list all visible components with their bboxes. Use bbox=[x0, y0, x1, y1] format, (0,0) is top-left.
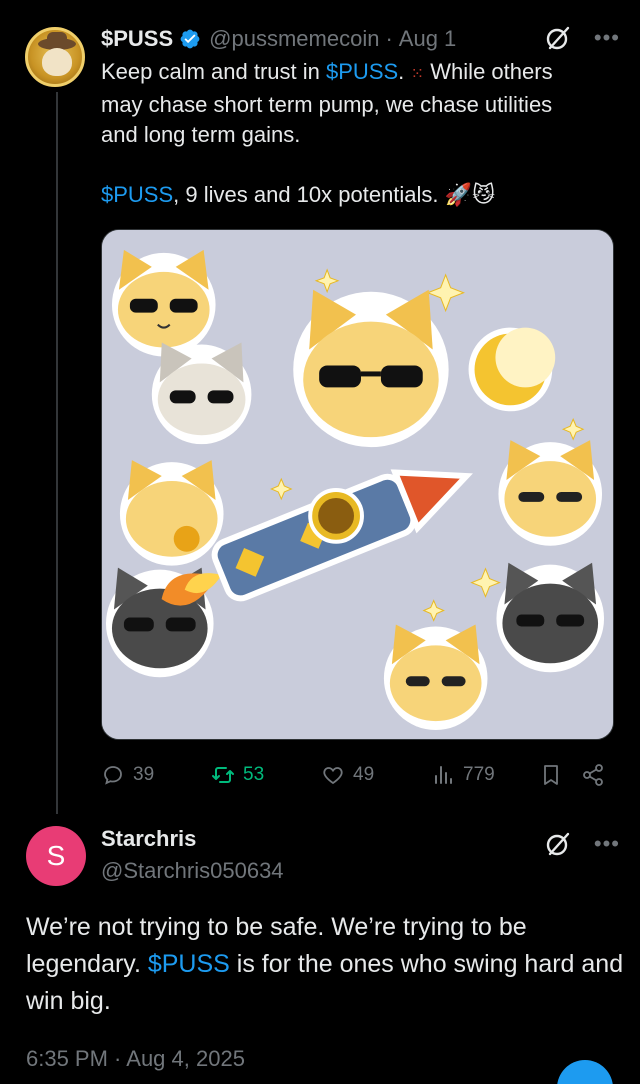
cat-emoji: 😼 bbox=[472, 182, 496, 207]
paw-icon: ⁙ bbox=[410, 66, 424, 83]
tweet-header: $PUSS @pussmemecoin · Aug 1 ••• bbox=[101, 22, 620, 56]
repost-count: 53 bbox=[243, 764, 265, 785]
separator-dot: · bbox=[385, 26, 393, 51]
thread-connector-line bbox=[56, 92, 58, 814]
text-line: may chase short term pump, we chase util… bbox=[101, 92, 553, 117]
grok-icon[interactable] bbox=[544, 24, 572, 52]
cat-rocket-illustration bbox=[102, 230, 613, 739]
views-button[interactable]: 779 bbox=[431, 763, 539, 787]
text-segment: , 9 lives and 10x potentials. bbox=[173, 182, 439, 207]
like-icon bbox=[323, 767, 343, 785]
text-segment: While others bbox=[430, 59, 553, 84]
tweet-action-bar: 39 53 49 779 bbox=[101, 757, 614, 793]
tweet-date[interactable]: Aug 1 bbox=[399, 26, 457, 52]
share-icon bbox=[583, 764, 603, 786]
text-segment: Keep calm and trust in bbox=[101, 59, 327, 84]
reply-author-handle[interactable]: @Starchris050634 bbox=[101, 858, 284, 884]
views-icon bbox=[435, 766, 452, 784]
reply-text: We’re not trying to be safe. We’re tryin… bbox=[26, 909, 626, 1020]
grok-icon[interactable] bbox=[544, 830, 572, 858]
reply-timestamp[interactable]: 6:35 PM · Aug 4, 2025 bbox=[26, 1046, 245, 1072]
reply-author-name[interactable]: Starchris bbox=[101, 826, 196, 852]
cashtag-link[interactable]: $PUSS bbox=[326, 59, 398, 84]
author-name[interactable]: $PUSS bbox=[101, 26, 173, 52]
like-button[interactable]: 49 bbox=[321, 763, 431, 787]
rocket-emoji: 🚀 bbox=[444, 182, 473, 207]
views-count: 779 bbox=[463, 764, 495, 785]
share-button[interactable] bbox=[581, 763, 611, 787]
tweet-media-image[interactable] bbox=[101, 229, 614, 740]
repost-icon bbox=[212, 767, 234, 783]
tweet-text: Keep calm and trust in $PUSS. ⁙ While othe… bbox=[101, 57, 621, 150]
bookmark-button[interactable] bbox=[539, 763, 581, 787]
like-count: 49 bbox=[353, 764, 375, 785]
reply-count: 39 bbox=[133, 764, 155, 785]
cashtag-link[interactable]: $PUSS bbox=[148, 950, 230, 978]
reply-author-avatar[interactable]: S bbox=[26, 826, 86, 886]
cashtag-link[interactable]: $PUSS bbox=[101, 182, 173, 207]
more-icon[interactable]: ••• bbox=[594, 833, 620, 855]
tweet-text-line4: $PUSS, 9 lives and 10x potentials. 🚀😼 bbox=[101, 180, 495, 210]
bookmark-icon bbox=[544, 765, 558, 785]
verified-badge-icon bbox=[180, 29, 200, 49]
author-avatar[interactable] bbox=[25, 27, 85, 87]
reply-button[interactable]: 39 bbox=[101, 763, 211, 787]
compose-fab-button[interactable] bbox=[557, 1060, 613, 1084]
text-line: and long term gains. bbox=[101, 122, 301, 147]
more-icon[interactable]: ••• bbox=[594, 27, 620, 49]
reply-icon bbox=[104, 766, 122, 785]
author-handle[interactable]: @pussmemecoin bbox=[209, 26, 379, 52]
repost-button[interactable]: 53 bbox=[211, 763, 321, 787]
